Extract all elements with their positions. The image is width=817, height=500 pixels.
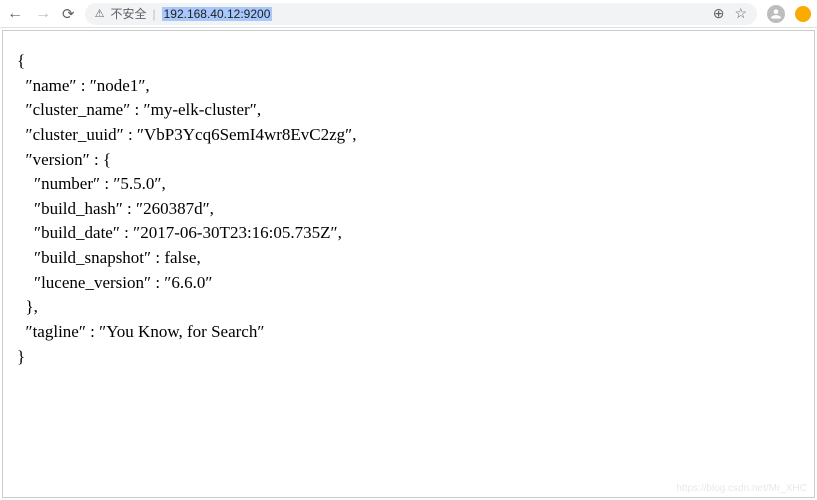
notification-badge[interactable] bbox=[795, 6, 811, 22]
insecure-icon: ⚠ bbox=[95, 7, 105, 20]
zoom-icon[interactable]: ⊕ bbox=[713, 5, 725, 22]
json-name: node1 bbox=[97, 76, 139, 95]
bookmark-icon[interactable]: ☆ bbox=[734, 5, 747, 22]
address-bar-actions: ⊕ ☆ bbox=[713, 5, 747, 22]
address-divider: | bbox=[152, 7, 155, 21]
reload-button[interactable]: ⟳ bbox=[62, 5, 75, 23]
browser-toolbar: ← → ⟳ ⚠ 不安全 | 192.168.40.12:9200 ⊕ ☆ bbox=[0, 0, 817, 28]
insecure-label: 不安全 bbox=[110, 5, 146, 22]
address-bar[interactable]: ⚠ 不安全 | 192.168.40.12:9200 ⊕ ☆ bbox=[85, 3, 757, 25]
json-tagline: You Know, for Search bbox=[106, 322, 257, 341]
json-build-hash: 260387d bbox=[143, 199, 203, 218]
json-build-date: 2017-06-30T23:16:05.735Z bbox=[140, 223, 330, 242]
watermark-text: https://blog.csdn.net/Mr_XHC bbox=[676, 483, 807, 494]
profile-avatar[interactable] bbox=[767, 5, 785, 23]
json-version-number: 5.5.0 bbox=[120, 174, 154, 193]
json-lucene-version: 6.6.0 bbox=[171, 273, 205, 292]
back-button[interactable]: ← bbox=[6, 5, 24, 23]
response-body: { ″name″ : ″node1″, ″cluster_name″ : ″my… bbox=[2, 30, 815, 498]
json-cluster-name: my-elk-cluster bbox=[151, 100, 250, 119]
json-cluster-uuid: VbP3Ycq6SemI4wr8EvC2zg bbox=[144, 125, 345, 144]
forward-button[interactable]: → bbox=[34, 5, 52, 23]
url-text: 192.168.40.12:9200 bbox=[162, 7, 273, 21]
json-build-snapshot: false bbox=[164, 248, 196, 267]
